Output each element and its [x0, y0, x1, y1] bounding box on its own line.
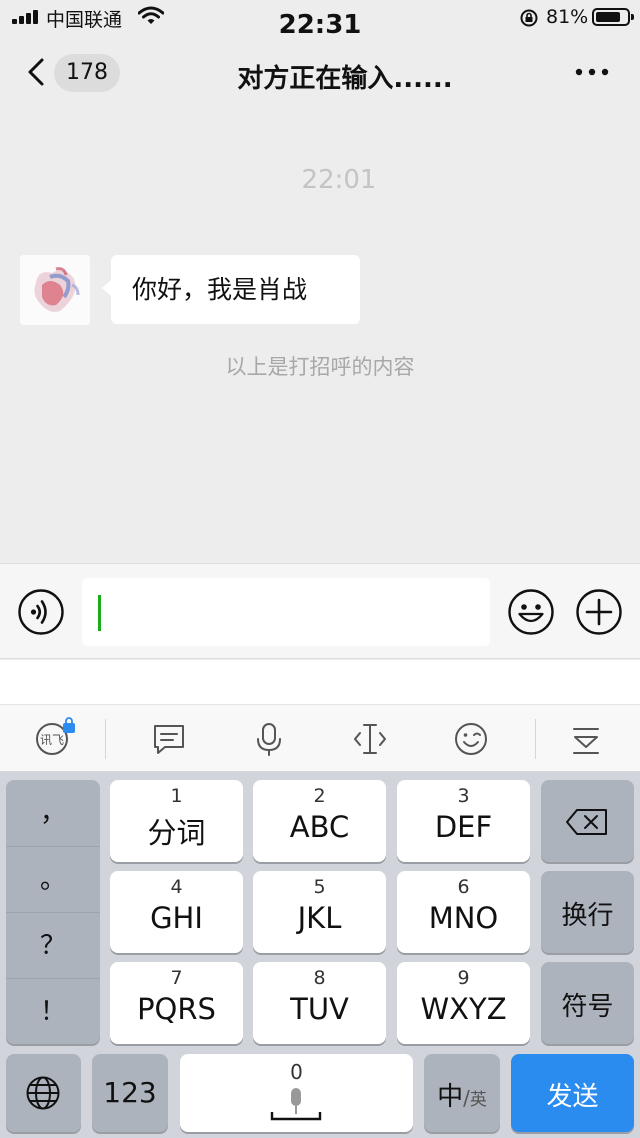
key-1[interactable]: 1 分词	[110, 780, 243, 862]
plus-icon[interactable]	[575, 588, 623, 636]
svg-text:讯飞: 讯飞	[40, 733, 64, 747]
clock: 22:31	[278, 10, 362, 40]
newline-button[interactable]: 换行	[541, 871, 634, 953]
battery-percent: 81%	[546, 6, 589, 28]
message-icon[interactable]	[151, 721, 187, 757]
text-cursor	[98, 595, 101, 631]
punct-question-key[interactable]: ？	[6, 912, 100, 978]
key-8[interactable]: 8 TUV	[253, 962, 386, 1044]
space-mic-icon	[270, 1088, 322, 1121]
punct-exclaim-key[interactable]: ！	[6, 978, 100, 1044]
rotation-lock-icon	[520, 9, 538, 27]
microphone-icon[interactable]	[251, 721, 287, 757]
battery-icon	[592, 8, 634, 26]
avatar[interactable]	[20, 255, 90, 325]
backspace-icon	[566, 809, 607, 835]
keyboard: ， 。 ？ ！ 1 分词 2 ABC 3 DEF 4 GHI 5 JKL 6 M…	[0, 772, 640, 1138]
send-button[interactable]: 发送	[511, 1054, 634, 1132]
input-spacer	[0, 660, 640, 704]
globe-button[interactable]	[6, 1054, 81, 1132]
cursor-icon[interactable]	[352, 721, 388, 757]
key-4[interactable]: 4 GHI	[110, 871, 243, 953]
key-6[interactable]: 6 MNO	[397, 871, 530, 953]
key-5[interactable]: 5 JKL	[253, 871, 386, 953]
lang-sub-label: 英	[469, 1090, 487, 1110]
page-title: 对方正在输入......	[237, 64, 453, 94]
key-2[interactable]: 2 ABC	[253, 780, 386, 862]
collapse-keyboard-icon[interactable]	[568, 721, 604, 757]
punct-comma-key[interactable]: ，	[6, 780, 100, 846]
symbols-button[interactable]: 符号	[541, 962, 634, 1044]
system-note: 以上是打招呼的内容	[225, 355, 415, 379]
key-3[interactable]: 3 DEF	[397, 780, 530, 862]
backspace-button[interactable]	[541, 780, 634, 862]
globe-icon	[26, 1076, 60, 1110]
status-bar: 中国联通 22:31 81%	[0, 0, 640, 40]
key-9[interactable]: 9 WXYZ	[397, 962, 530, 1044]
toolbar-divider	[535, 719, 536, 759]
punctuation-column: ， 。 ？ ！	[6, 780, 100, 1044]
punct-period-key[interactable]: 。	[6, 846, 100, 912]
keyboard-toolbar: 讯飞	[0, 704, 640, 772]
more-options-icon[interactable]	[574, 62, 610, 82]
voice-icon[interactable]	[17, 588, 65, 636]
smiley-icon[interactable]	[453, 721, 489, 757]
emoji-icon[interactable]	[507, 588, 555, 636]
numeric-button[interactable]: 123	[92, 1054, 168, 1132]
message-timestamp: 22:01	[301, 165, 377, 195]
message-bubble[interactable]: 你好，我是肖战	[102, 255, 360, 324]
key-7[interactable]: 7 PQRS	[110, 962, 243, 1044]
language-switch-button[interactable]: 中/英	[424, 1054, 500, 1132]
space-key[interactable]: 0	[180, 1054, 413, 1132]
message-input[interactable]	[82, 578, 490, 646]
chat-input-bar	[0, 563, 640, 659]
toolbar-divider	[105, 719, 106, 759]
avatar-heart-icon	[20, 255, 90, 325]
lang-main-label: 中	[437, 1082, 464, 1112]
ime-logo-icon[interactable]: 讯飞	[34, 717, 78, 757]
